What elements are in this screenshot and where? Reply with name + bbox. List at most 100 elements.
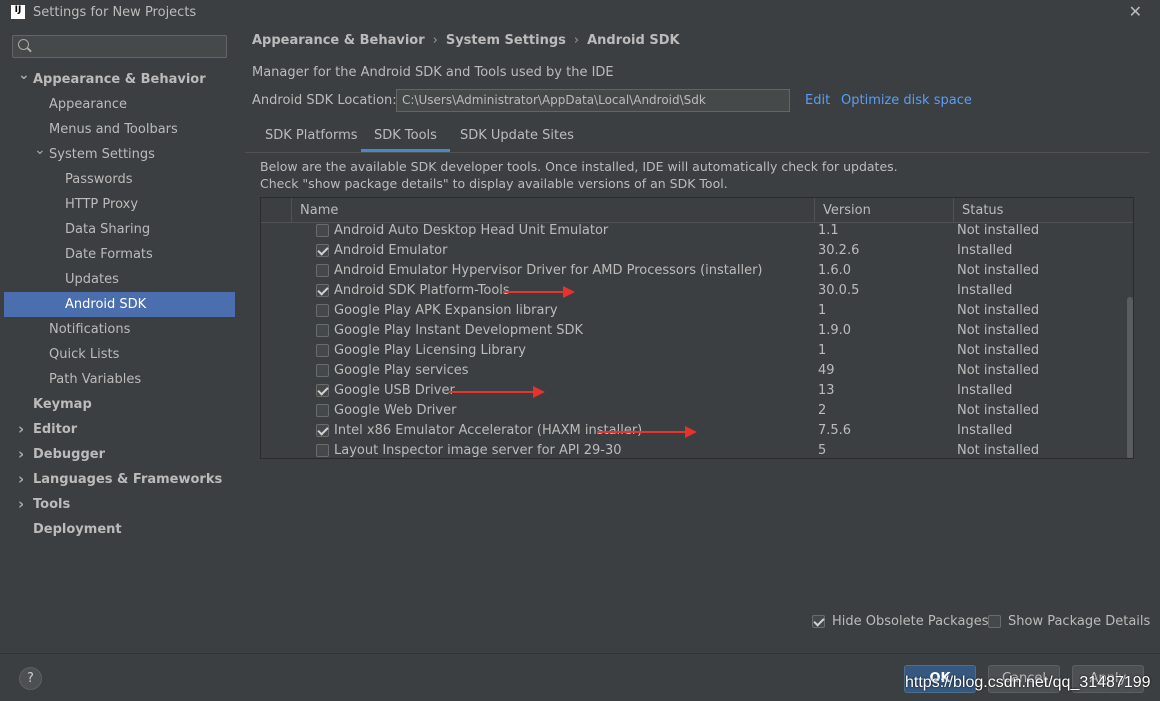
breadcrumb-item: Android SDK	[587, 33, 680, 48]
sidebar-item-label: Path Variables	[49, 372, 142, 387]
table-row[interactable]: Google Play services 49 Not installed	[261, 361, 1125, 381]
help-button[interactable]: ?	[19, 667, 42, 690]
tab-sdk-platforms[interactable]: SDK Platforms	[252, 124, 371, 152]
column-header-name[interactable]: Name	[291, 198, 814, 223]
sidebar-item[interactable]: Data Sharing	[4, 217, 235, 242]
table-cell-version: 49	[818, 363, 835, 378]
chevron-right-icon[interactable]: ›	[18, 467, 24, 492]
table-row[interactable]: Android Emulator 30.2.6 Installed	[261, 241, 1125, 261]
sidebar-item[interactable]: Android SDK	[4, 292, 235, 317]
sidebar-item[interactable]: HTTP Proxy	[4, 192, 235, 217]
column-header-version[interactable]: Version	[814, 198, 953, 223]
table-cell-status: Installed	[957, 383, 1013, 398]
sidebar-item[interactable]: Updates	[4, 267, 235, 292]
table-cell-name: Google Play Instant Development SDK	[334, 323, 584, 338]
hide-obsolete-checkbox[interactable]	[812, 615, 825, 628]
sidebar-item[interactable]: ⌄ Appearance & Behavior	[4, 67, 235, 92]
table-cell-status: Not installed	[957, 323, 1040, 338]
sidebar-item-label: Data Sharing	[65, 222, 151, 237]
table-row[interactable]: Layout Inspector image server for API 29…	[261, 441, 1125, 458]
table-cell-status: Installed	[957, 283, 1013, 298]
row-checkbox[interactable]	[316, 284, 329, 297]
sidebar-item[interactable]: Deployment	[4, 517, 235, 542]
sidebar-item[interactable]: Date Formats	[4, 242, 235, 267]
main-panel: Appearance & Behavior › System Settings › An…	[235, 26, 1160, 653]
table-cell-name: Android Emulator	[334, 243, 448, 258]
sidebar-item[interactable]: Passwords	[4, 167, 235, 192]
sidebar-item[interactable]: ⌄ System Settings	[4, 142, 235, 167]
tabs-divider	[245, 152, 1150, 153]
settings-sidebar: ⌄ Appearance & Behavior Appearance Menus an…	[4, 26, 235, 653]
sidebar-item[interactable]: Keymap	[4, 392, 235, 417]
row-checkbox[interactable]	[316, 404, 329, 417]
sdk-tools-table: Name Version Status Android Auto Desktop…	[260, 197, 1134, 459]
table-row[interactable]: Google Play APK Expansion library 1 Not in…	[261, 301, 1125, 321]
row-checkbox[interactable]	[316, 224, 329, 237]
chevron-right-icon: ›	[573, 33, 580, 48]
breadcrumb: Appearance & Behavior › System Settings › An…	[252, 33, 680, 48]
table-scrollbar[interactable]	[1125, 223, 1133, 458]
edit-link[interactable]: Edit	[805, 93, 830, 108]
breadcrumb-item[interactable]: Appearance & Behavior	[252, 33, 425, 48]
close-icon[interactable]: ✕	[1129, 2, 1142, 21]
sidebar-item[interactable]: Path Variables	[4, 367, 235, 392]
row-checkbox[interactable]	[316, 324, 329, 337]
sidebar-item[interactable]: › Editor	[4, 417, 235, 442]
table-cell-name: Google Play Licensing Library	[334, 343, 526, 358]
chevron-down-icon[interactable]: ⌄	[34, 138, 46, 163]
scrollbar-thumb[interactable]	[1127, 297, 1133, 458]
table-header: Name Version Status	[261, 198, 1133, 223]
show-package-details-checkbox[interactable]	[988, 615, 1001, 628]
sidebar-item[interactable]: Notifications	[4, 317, 235, 342]
table-cell-version: 7.5.6	[818, 423, 852, 438]
sidebar-item[interactable]: › Tools	[4, 492, 235, 517]
hide-obsolete-label: Hide Obsolete Packages	[832, 614, 989, 629]
table-row[interactable]: Google Web Driver 2 Not installed	[261, 401, 1125, 421]
table-cell-status: Not installed	[957, 363, 1040, 378]
chevron-right-icon[interactable]: ›	[18, 442, 24, 467]
breadcrumb-item[interactable]: System Settings	[446, 33, 566, 48]
table-cell-version: 2	[818, 403, 827, 418]
sidebar-item[interactable]: › Debugger	[4, 442, 235, 467]
tab-sdk-update-sites[interactable]: SDK Update Sites	[447, 124, 587, 152]
row-checkbox[interactable]	[316, 304, 329, 317]
table-cell-status: Installed	[957, 423, 1013, 438]
table-cell-name: Layout Inspector image server for API 29…	[334, 443, 622, 458]
table-row[interactable]: Android Emulator Hypervisor Driver for A…	[261, 261, 1125, 281]
table-cell-version: 5	[818, 443, 827, 458]
tab-sdk-tools[interactable]: SDK Tools	[361, 124, 450, 152]
hide-obsolete-option[interactable]: Hide Obsolete Packages	[812, 614, 988, 629]
row-checkbox[interactable]	[316, 344, 329, 357]
table-row[interactable]: Google USB Driver 13 Installed	[261, 381, 1125, 401]
row-checkbox[interactable]	[316, 264, 329, 277]
optimize-disk-space-link[interactable]: Optimize disk space	[841, 93, 972, 108]
sidebar-item-label: Passwords	[65, 172, 133, 187]
sidebar-item[interactable]: Appearance	[4, 92, 235, 117]
dialog-footer: ? OK Cancel Apply https://blog.csdn.net/…	[0, 653, 1160, 701]
table-row[interactable]: Google Play Instant Development SDK 1.9.0…	[261, 321, 1125, 341]
chevron-right-icon[interactable]: ›	[18, 492, 24, 517]
row-checkbox[interactable]	[316, 444, 329, 457]
sidebar-item[interactable]: › Languages & Frameworks	[4, 467, 235, 492]
settings-search-input[interactable]	[33, 36, 223, 57]
row-checkbox[interactable]	[316, 244, 329, 257]
row-checkbox[interactable]	[316, 384, 329, 397]
sidebar-item-label: Appearance	[49, 97, 128, 112]
sidebar-item[interactable]: Quick Lists	[4, 342, 235, 367]
column-header-status[interactable]: Status	[953, 198, 1125, 223]
table-cell-name: Google Play services	[334, 363, 469, 378]
show-package-details-option[interactable]: Show Package Details	[988, 614, 1150, 629]
table-row[interactable]: Google Play Licensing Library 1 Not instal…	[261, 341, 1125, 361]
settings-search-box[interactable]	[12, 35, 227, 58]
search-icon	[18, 39, 29, 50]
sidebar-item-label: Editor	[33, 422, 78, 437]
chevron-right-icon[interactable]: ›	[18, 417, 24, 442]
table-row[interactable]: Android Auto Desktop Head Unit Emulator 1…	[261, 221, 1125, 241]
row-checkbox[interactable]	[316, 424, 329, 437]
sdk-location-field[interactable]: C:\Users\Administrator\AppData\Local\And…	[396, 89, 790, 112]
table-cell-status: Not installed	[957, 443, 1040, 458]
sidebar-item-label: Quick Lists	[49, 347, 120, 362]
chevron-down-icon[interactable]: ⌄	[18, 63, 30, 88]
row-checkbox[interactable]	[316, 364, 329, 377]
table-row[interactable]: Android SDK Platform-Tools 30.0.5 Installe…	[261, 281, 1125, 301]
